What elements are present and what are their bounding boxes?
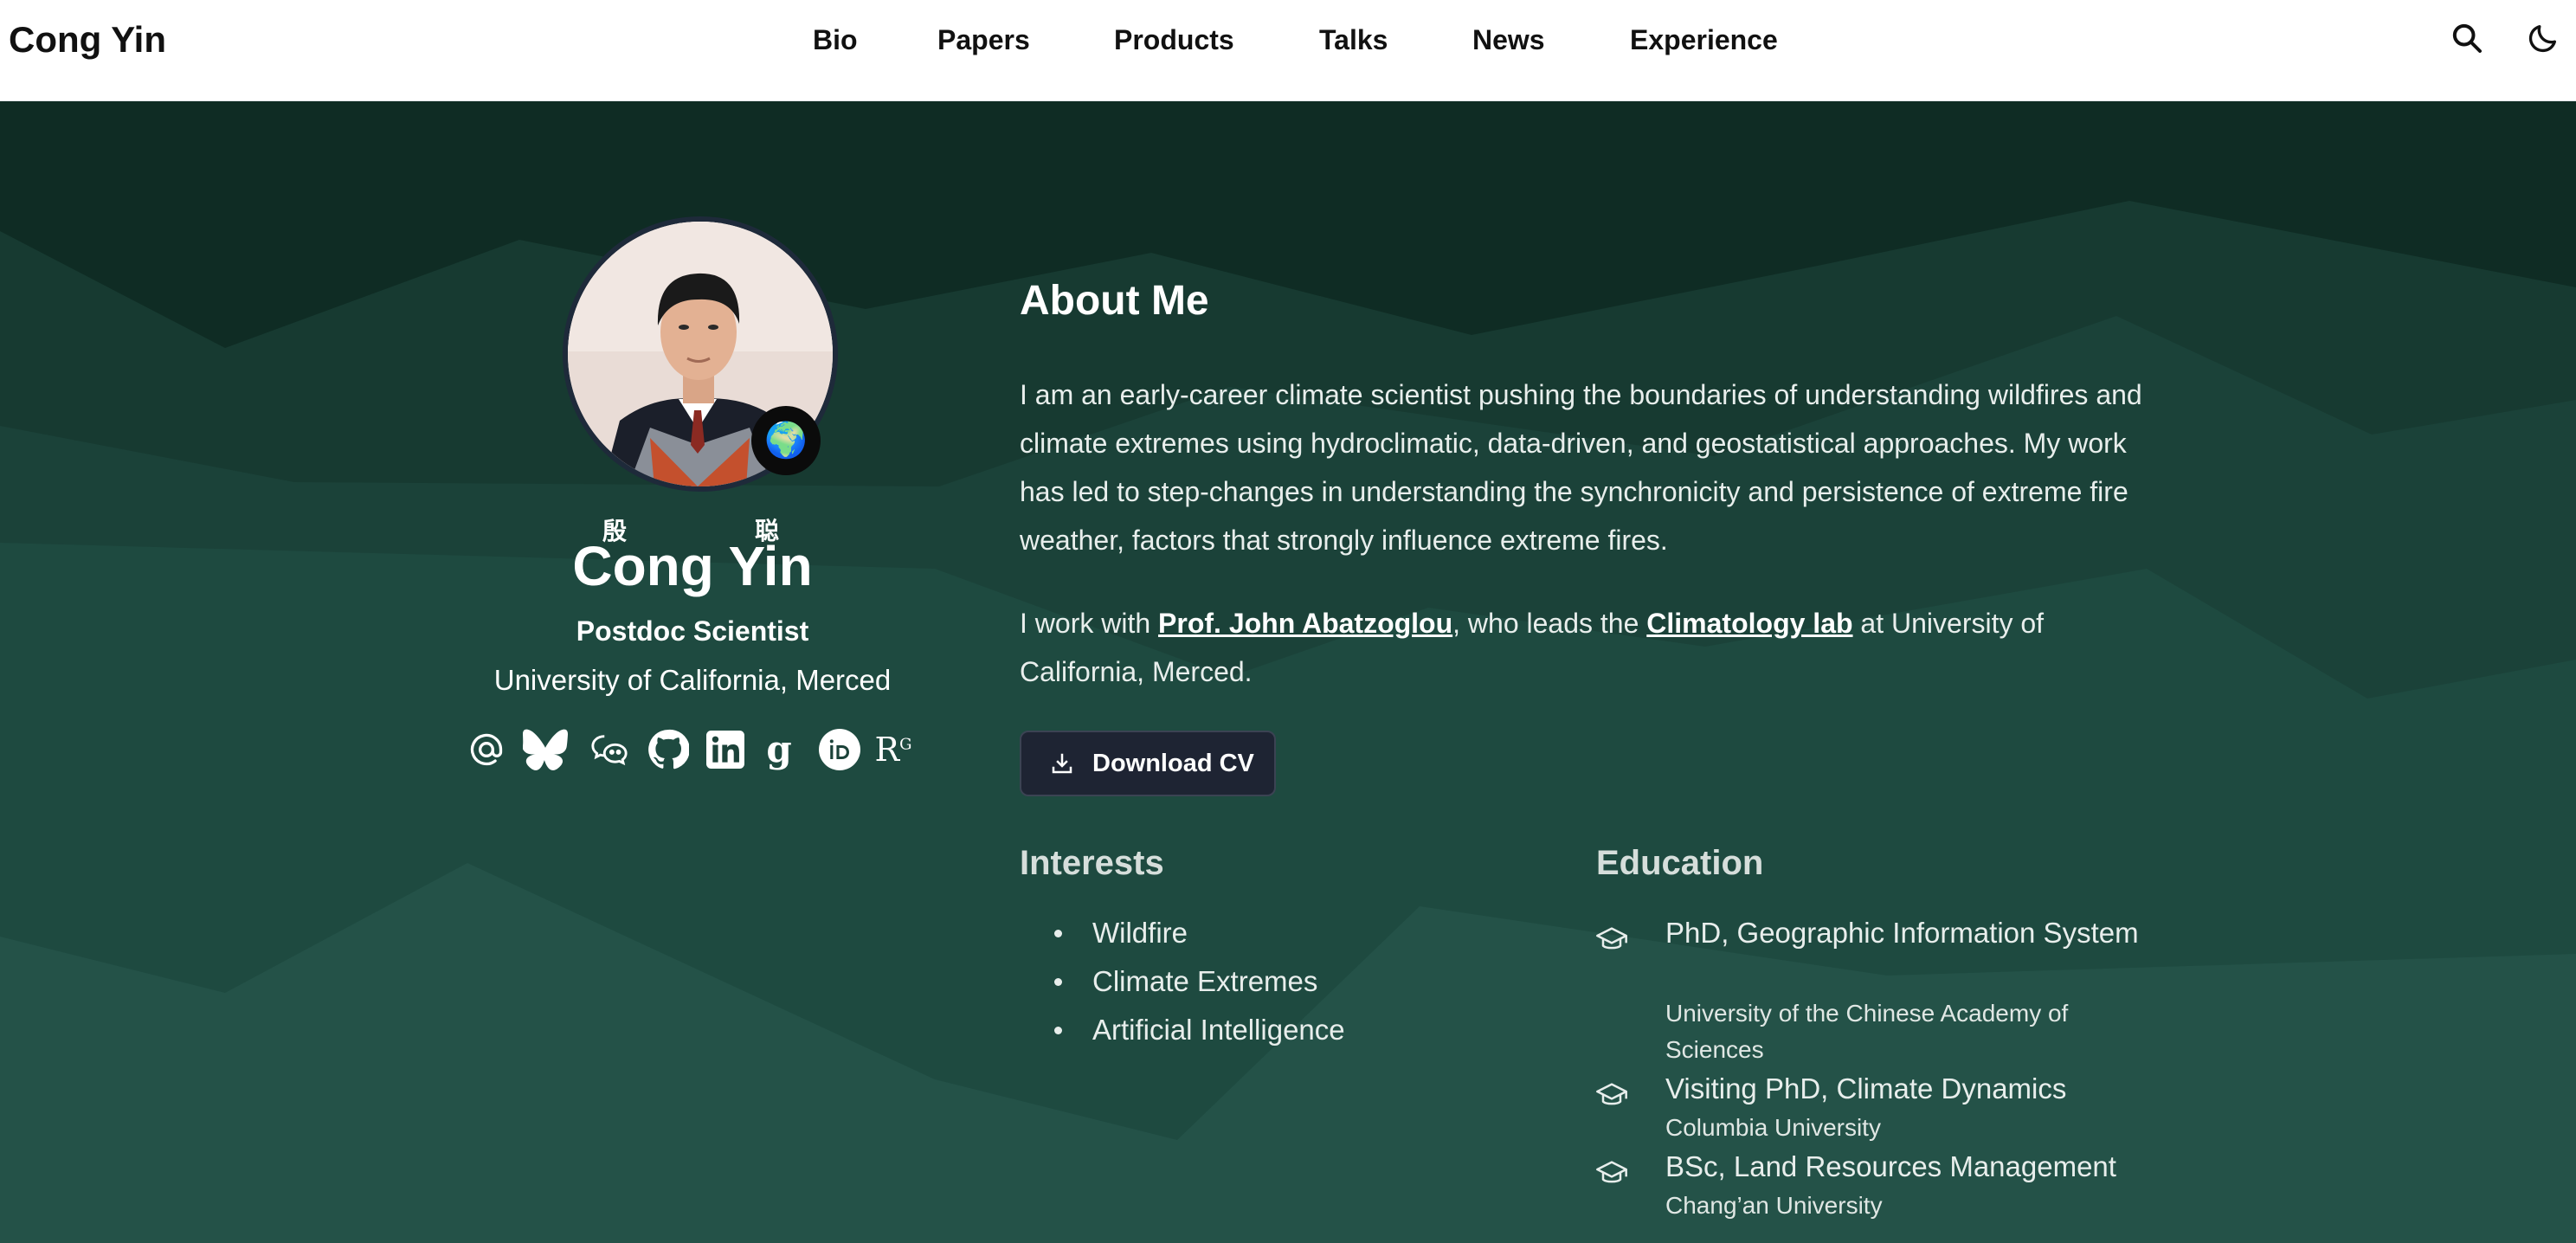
nav-link-news[interactable]: News (1472, 23, 1545, 57)
interest-item: Artificial Intelligence (1054, 1006, 1345, 1054)
profile-organization: University of California, Merced (493, 664, 892, 696)
nav-link-papers[interactable]: Papers (937, 23, 1030, 57)
interests-list: Wildfire Climate Extremes Artificial Int… (1054, 909, 1345, 1054)
education-degree: BSc, Land Resources Management (1665, 1150, 2116, 1182)
nav-link-bio[interactable]: Bio (813, 23, 858, 57)
education-title: Education (1596, 844, 1764, 882)
about-text-middle: , who leads the (1452, 608, 1647, 639)
about-collaboration-paragraph: I work with Prof. John Abatzoglou, who l… (1020, 599, 2145, 696)
moon-icon[interactable] (2526, 21, 2560, 55)
advisor-link[interactable]: Prof. John Abatzoglou (1158, 608, 1452, 639)
graduation-cap-icon (1596, 1161, 1627, 1183)
lab-link[interactable]: Climatology lab (1646, 608, 1852, 639)
site-brand[interactable]: Cong Yin (9, 19, 166, 61)
download-cv-label: Download CV (1092, 749, 1254, 777)
download-icon (1052, 753, 1072, 774)
download-cv-button[interactable]: Download CV (1020, 731, 1276, 796)
linkedin-icon[interactable] (703, 727, 748, 772)
education-degree: Visiting PhD, Climate Dynamics (1665, 1072, 2067, 1105)
google-scholar-icon[interactable]: g (757, 727, 802, 772)
interest-item: Wildfire (1054, 909, 1345, 957)
education-school: Chang’an University (1665, 1192, 1883, 1219)
education-school: Columbia University (1665, 1114, 1881, 1141)
wechat-icon[interactable] (587, 727, 632, 772)
about-title: About Me (1020, 278, 1209, 324)
interest-item: Climate Extremes (1054, 957, 1345, 1006)
orcid-icon[interactable] (817, 727, 862, 772)
email-icon[interactable] (464, 727, 509, 772)
nav-link-experience[interactable]: Experience (1630, 23, 1778, 57)
education-degree: PhD, Geographic Information System (1665, 917, 2139, 949)
graduation-cap-icon (1596, 1083, 1627, 1105)
about-paragraph: I am an early-career climate scientist p… (1020, 379, 2142, 556)
education-school: University of the Chinese Academy of Sci… (1665, 1000, 2069, 1063)
graduation-cap-icon (1596, 927, 1627, 950)
github-icon[interactable] (646, 727, 691, 772)
bluesky-icon[interactable] (523, 727, 568, 772)
about-text-prefix: I work with (1020, 608, 1159, 639)
search-icon[interactable] (2450, 21, 2484, 55)
top-navbar: Cong Yin Bio Papers Products Talks News … (0, 0, 2576, 101)
nav-link-products[interactable]: Products (1114, 23, 1234, 57)
researchgate-icon[interactable]: RG (871, 727, 916, 772)
profile-name: Cong Yin (572, 535, 813, 597)
globe-status-badge: 🌍 (751, 406, 821, 475)
interests-title: Interests (1020, 844, 1164, 882)
profile-role: Postdoc Scientist (576, 615, 809, 647)
nav-link-talks[interactable]: Talks (1319, 23, 1388, 57)
